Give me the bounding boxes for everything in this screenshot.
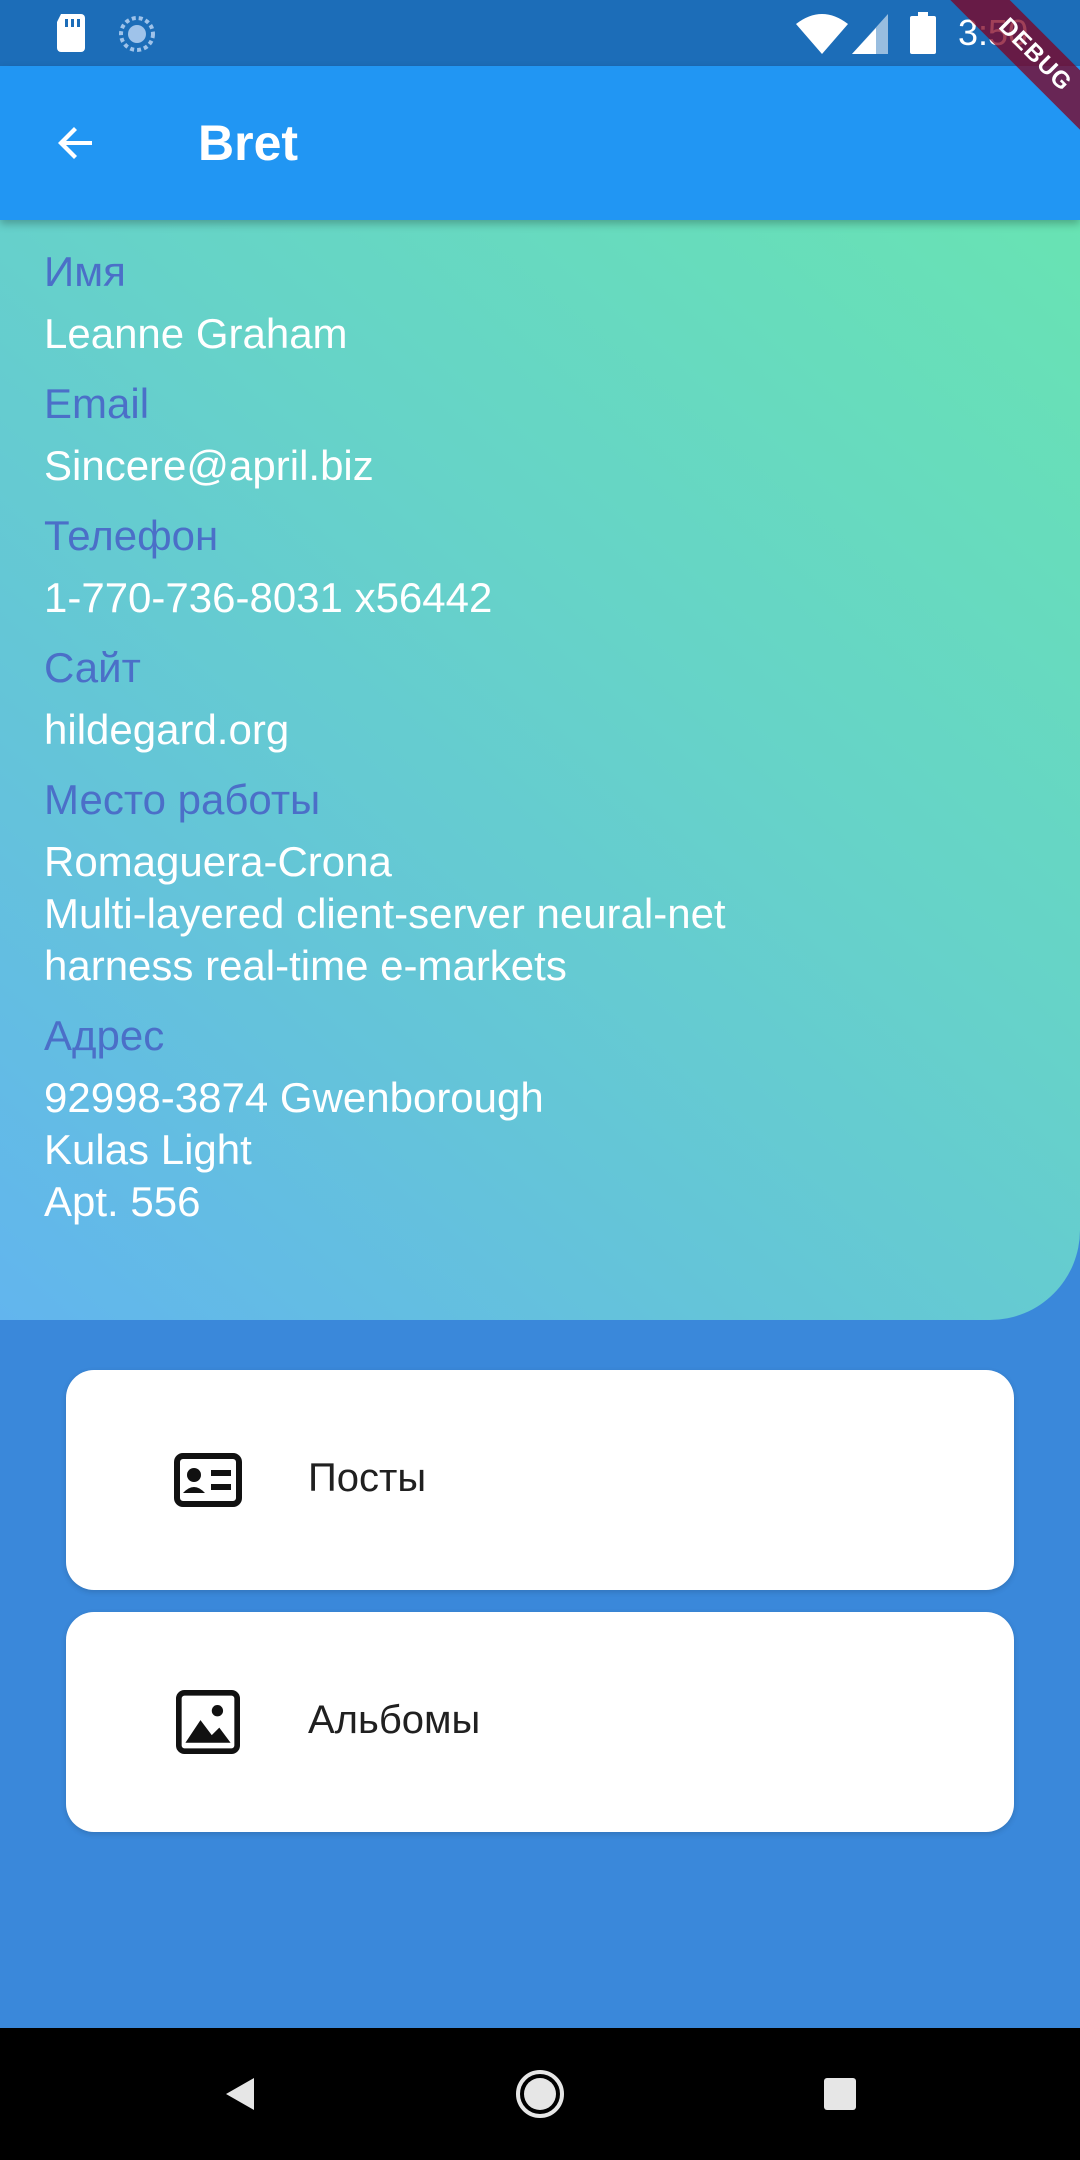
wifi-icon <box>796 14 848 54</box>
phone-value: 1-770-736-8031 x56442 <box>44 574 493 621</box>
nav-recents-icon <box>824 2078 856 2110</box>
nav-back-icon <box>226 2078 254 2110</box>
page-title: Bret <box>198 115 299 171</box>
id-card-icon <box>174 1453 242 1507</box>
posts-card-label: Посты <box>308 1456 427 1500</box>
image-icon <box>176 1690 240 1754</box>
name-value: Leanne Graham <box>44 310 348 357</box>
website-label: Сайт <box>44 644 141 691</box>
albums-card-label: Альбомы <box>308 1698 481 1742</box>
cell-signal-icon <box>852 14 888 54</box>
website-value: hildegard.org <box>44 706 290 753</box>
email-label: Email <box>44 380 150 427</box>
phone-label: Телефон <box>44 512 219 559</box>
status-bar: 3:50 <box>0 0 1080 66</box>
name-label: Имя <box>44 248 126 295</box>
sd-card-icon <box>57 14 85 52</box>
posts-card[interactable]: Посты <box>66 1370 1014 1590</box>
nav-home-icon <box>516 2070 564 2118</box>
system-nav-bar <box>0 2028 1080 2160</box>
app-bar: Bret <box>0 66 1080 220</box>
back-button[interactable] <box>40 107 112 179</box>
sync-icon <box>119 16 155 52</box>
nav-recents-button[interactable] <box>800 2028 880 2160</box>
company-value: Romaguera-Crona Multi-layered client-ser… <box>44 838 726 989</box>
company-label: Место работы <box>44 776 321 823</box>
profile-panel: Имя Leanne Graham Email Sincere@april.bi… <box>0 220 1080 1320</box>
address-value: 92998-3874 Gwenborough Kulas Light Apt. … <box>44 1074 544 1225</box>
arrow-back-icon <box>58 127 92 159</box>
albums-card[interactable]: Альбомы <box>66 1612 1014 1832</box>
nav-back-button[interactable] <box>200 2028 280 2160</box>
email-value: Sincere@april.biz <box>44 442 374 489</box>
profile-details: Имя Leanne Graham Email Sincere@april.bi… <box>44 246 726 1246</box>
battery-icon <box>910 12 936 54</box>
address-label: Адрес <box>44 1012 165 1059</box>
nav-home-button[interactable] <box>500 2028 580 2160</box>
